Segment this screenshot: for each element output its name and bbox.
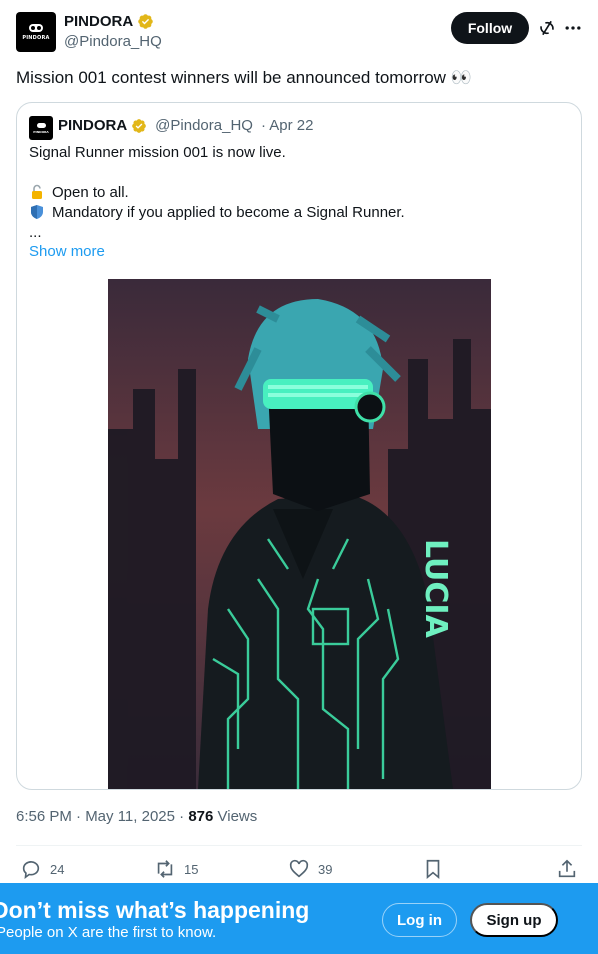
bookmark-button[interactable] [422, 858, 444, 880]
post-image[interactable]: LUCIA [108, 279, 491, 789]
repost-count: 15 [184, 861, 199, 877]
logo-glyph [36, 122, 46, 128]
share-button[interactable] [556, 858, 578, 880]
quoted-list-item: Mandatory if you applied to become a Sig… [29, 203, 405, 223]
login-button[interactable]: Log in [382, 903, 457, 937]
author-name-row[interactable]: PINDORA [64, 13, 154, 30]
heart-icon [289, 859, 309, 878]
post-timestamp[interactable]: 6:56 PM · May 11, 2025 · [16, 808, 188, 825]
quoted-author-handle: @Pindora_HQ [155, 117, 253, 134]
quoted-list-text: Mandatory if you applied to become a Sig… [52, 204, 405, 221]
quoted-ellipsis: ... [29, 224, 42, 241]
divider [16, 845, 582, 846]
author-name[interactable]: PINDORA [64, 13, 133, 30]
repost-button[interactable]: 15 [154, 858, 198, 880]
tweet-text: Mission 001 contest winners will be anno… [16, 68, 472, 87]
author-avatar[interactable]: PINDORA [16, 12, 56, 52]
reply-icon [22, 861, 40, 880]
avatar-wordmark: PINDORA [22, 34, 50, 41]
grok-icon[interactable] [537, 18, 557, 38]
share-icon [558, 859, 576, 878]
logo-glyph [29, 23, 43, 32]
quoted-post-card[interactable]: PINDORA PINDORA @Pindora_HQ · Apr 22 Sig… [16, 102, 582, 790]
post-meta: 6:56 PM · May 11, 2025 · 876 Views [16, 808, 257, 825]
signup-button[interactable]: Sign up [470, 903, 558, 937]
avatar-wordmark: PINDORA [33, 129, 49, 134]
quoted-header: PINDORA @Pindora_HQ · Apr 22 [58, 117, 313, 134]
signup-banner: Don’t miss what’s happening People on X … [0, 883, 598, 954]
verified-badge-icon [138, 14, 153, 29]
quoted-author-name: PINDORA [58, 117, 128, 134]
verified-badge-icon [132, 118, 147, 133]
quoted-list-text: Open to all. [52, 184, 129, 201]
quoted-date: · Apr 22 [260, 117, 314, 134]
banner-subtitle: People on X are the first to know. [0, 924, 217, 941]
follow-button[interactable]: Follow [451, 12, 529, 44]
reply-button[interactable]: 24 [20, 858, 64, 880]
shield-icon [31, 205, 43, 219]
views-label: Views [213, 808, 258, 825]
reply-count: 24 [50, 861, 65, 877]
unlock-icon [32, 184, 42, 199]
jacket-lettering: LUCIA [418, 539, 453, 639]
repost-icon [157, 860, 173, 878]
quoted-text-line: Signal Runner mission 001 is now live. [29, 144, 286, 161]
show-more-link[interactable]: Show more [29, 243, 105, 260]
author-handle[interactable]: @Pindora_HQ [64, 33, 162, 50]
banner-title: Don’t miss what’s happening [0, 897, 310, 923]
more-icon[interactable] [563, 18, 583, 38]
bookmark-icon [426, 859, 440, 880]
like-button[interactable]: 39 [288, 858, 332, 880]
quoted-list-item: Open to all. [29, 183, 129, 203]
quoted-author-avatar: PINDORA [29, 116, 53, 140]
views-count: 876 [188, 808, 214, 825]
like-count: 39 [318, 861, 333, 877]
